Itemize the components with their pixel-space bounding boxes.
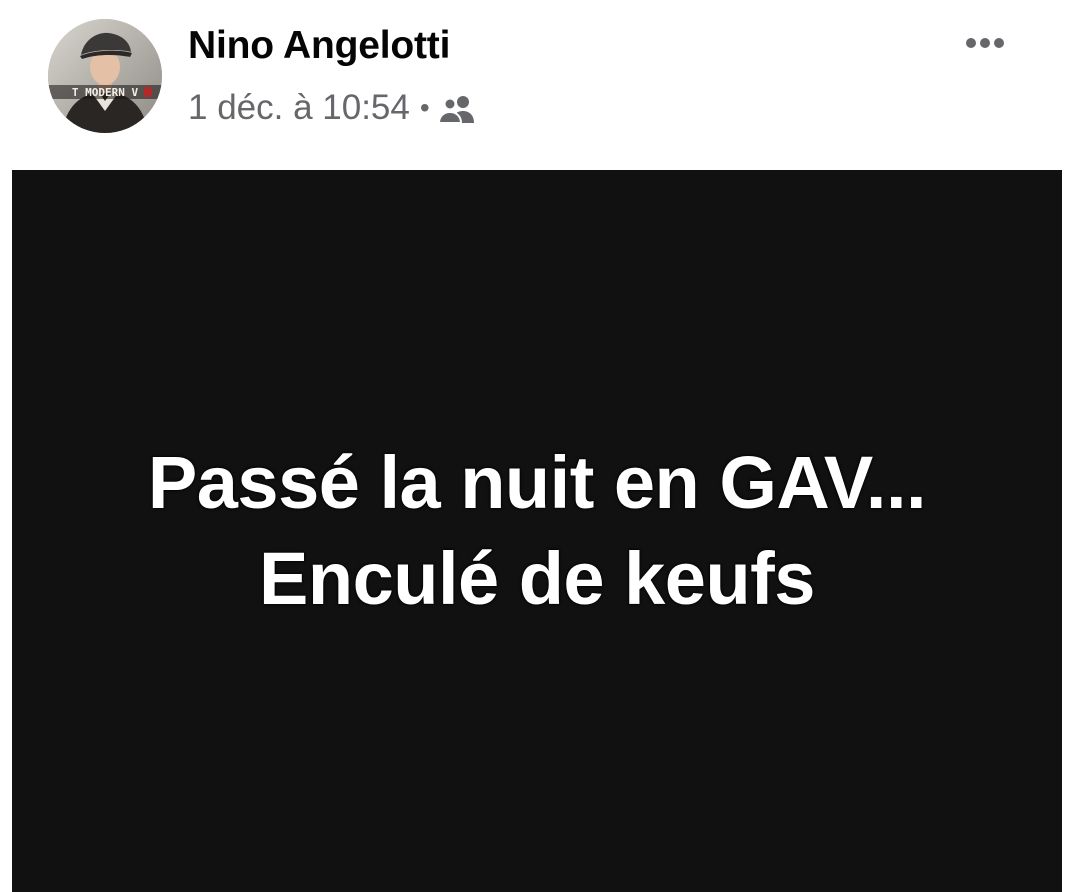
profile-photo-icon: T MODERN V (48, 19, 162, 133)
author-avatar[interactable]: T MODERN V (48, 19, 162, 133)
facebook-post: T MODERN V Nino Angelotti 1 déc. à 10:54… (0, 0, 1069, 892)
author-name[interactable]: Nino Angelotti (188, 22, 450, 70)
background-text-post[interactable]: Passé la nuit en GAV... Enculé de keufs (12, 170, 1062, 892)
more-options-button[interactable] (950, 26, 1020, 60)
post-timestamp[interactable]: 1 déc. à 10:54 (188, 86, 410, 130)
post-text-line-1: Passé la nuit en GAV... (147, 441, 927, 524)
meta-separator: • (419, 92, 430, 123)
post-text: Passé la nuit en GAV... Enculé de keufs (37, 435, 1037, 627)
avatar-caption: T MODERN V (72, 86, 139, 99)
post-text-line-2: Enculé de keufs (259, 537, 815, 620)
friends-icon[interactable] (437, 93, 476, 125)
more-horizontal-icon (966, 38, 1004, 48)
post-header: T MODERN V Nino Angelotti 1 déc. à 10:54… (0, 0, 1069, 170)
post-meta: 1 déc. à 10:54 • (188, 86, 476, 130)
